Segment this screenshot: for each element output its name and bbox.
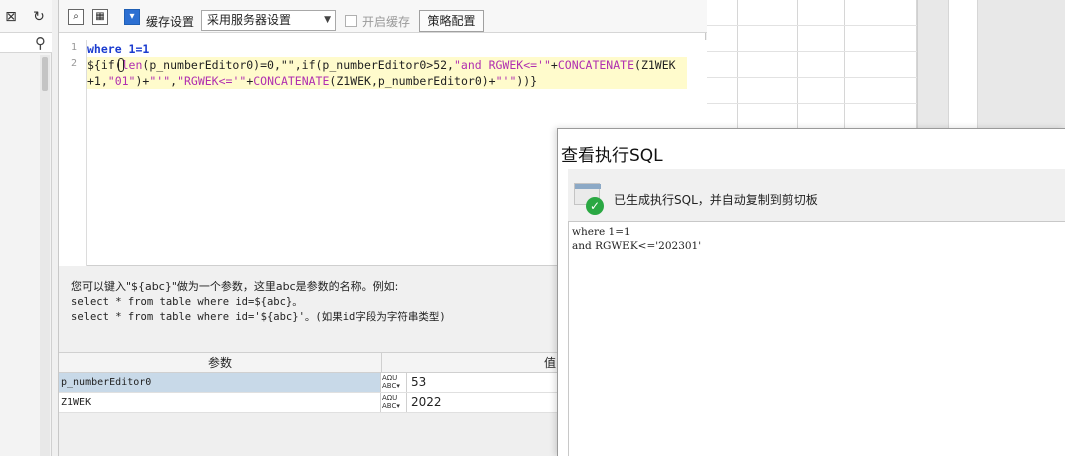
right-side-panel <box>917 0 1065 130</box>
dialog-message: 已生成执行SQL，并自动复制到剪切板 <box>614 193 818 207</box>
code-token: CONCATENATE <box>253 74 330 88</box>
cache-settings-icon[interactable]: ▾ <box>124 9 140 25</box>
sql-success-icon: ✓ <box>574 183 604 215</box>
cache-mode-value: 采用服务器设置 <box>207 13 292 27</box>
code-token: (Z1WEK,p_numberEditor0)+ <box>329 74 496 88</box>
code-line-1: where 1=1 <box>87 42 150 56</box>
code-token: + <box>550 58 558 72</box>
enable-cache-label: 开启缓存 <box>362 15 411 29</box>
line-number: 1 <box>70 42 77 53</box>
dialog-body: ✓ 已生成执行SQL，并自动复制到剪切板 where 1=1 and RGWEK… <box>568 169 1065 456</box>
dialog-title: 查看执行SQL <box>561 146 663 166</box>
scrollbar-thumb[interactable] <box>42 57 48 91</box>
param-header-name[interactable]: 参数 <box>59 353 382 373</box>
refresh-icon[interactable]: ↻ <box>30 8 48 26</box>
strategy-config-button[interactable]: 策略配置 <box>419 10 484 32</box>
app-window: ⊠ ↻ ⚲ ⌕ ▦ ▾ 缓存设置 采用服务器设置 ▼ 开启缓存 策略配置 1 2… <box>0 0 1065 456</box>
code-token: CONCATENATE <box>557 58 635 72</box>
grid-row-line <box>707 51 917 52</box>
code-token: (Z1WEK <box>634 58 676 72</box>
report-grid[interactable] <box>707 0 917 130</box>
grid-col-line <box>737 0 738 130</box>
param-name: Z1WEK <box>59 393 381 412</box>
help-line-1: 您可以键入"${abc}"做为一个参数，这里abc是参数的名称。例如: <box>71 280 399 293</box>
abc-type-icon[interactable]: AΩU ABC▾ <box>382 394 404 412</box>
grid-row-line <box>707 103 917 104</box>
dataset-panel: ⊠ ↻ ⚲ <box>0 0 52 456</box>
code-token: ))} <box>516 74 538 88</box>
table-icon[interactable]: ▦ <box>92 9 108 25</box>
grid-col-line <box>844 0 845 130</box>
search-icon[interactable]: ⚲ <box>35 34 46 52</box>
preview-icon[interactable]: ⌕ <box>68 9 84 25</box>
text-cursor <box>118 58 124 72</box>
dataset-scrollbar[interactable] <box>40 55 50 456</box>
param-name: p_numberEditor0 <box>59 373 381 392</box>
code-token: "'" <box>149 74 171 88</box>
code-token: ${if( <box>87 58 122 72</box>
help-line-2: select * from table where id=${abc}。 <box>71 296 303 308</box>
code-line-2a: ${if(len(p_numberEditor0)=0,"",if(p_numb… <box>87 57 687 73</box>
cache-mode-select[interactable]: 采用服务器设置 ▼ <box>201 10 336 31</box>
code-token: )+ <box>135 74 150 88</box>
abc-type-icon[interactable]: AΩU ABC▾ <box>382 374 404 392</box>
sql-output-textarea[interactable]: where 1=1 and RGWEK<='202301' <box>568 221 1065 456</box>
sql-line-1: where 1=1 <box>572 226 631 238</box>
line-gutter: 1 2 <box>59 40 87 266</box>
edit-dataset-icon[interactable]: ⊠ <box>2 8 20 26</box>
cache-settings-label: 缓存设置 <box>146 15 195 29</box>
chevron-down-icon: ▼ <box>324 15 331 25</box>
help-line-3: select * from table where id='${abc}'。(如… <box>71 311 446 323</box>
right-white-column <box>948 0 978 130</box>
code-token: (p_numberEditor0)=0,"",if(p_numberEditor… <box>142 58 454 72</box>
grid-row-line <box>707 77 917 78</box>
grid-row-line <box>707 25 917 26</box>
code-token: len <box>121 58 143 72</box>
sql-line-2: and RGWEK<='202301' <box>572 240 702 252</box>
dataset-toolbar: ⊠ ↻ <box>0 0 52 33</box>
code-token: "01" <box>107 74 136 88</box>
code-token: "RGWEK<='" <box>177 74 247 88</box>
editor-toolbar: ⌕ ▦ ▾ 缓存设置 采用服务器设置 ▼ 开启缓存 策略配置 <box>59 0 707 33</box>
line-number: 2 <box>70 58 77 69</box>
grid-col-line <box>797 0 798 130</box>
code-token: "'" <box>495 74 517 88</box>
enable-cache-checkbox[interactable] <box>345 15 357 27</box>
code-line-2b: +1,"01")+"'","RGWEK<='"+CONCATENATE(Z1WE… <box>87 73 687 89</box>
code-token: +1, <box>87 74 108 88</box>
dataset-search[interactable]: ⚲ <box>0 33 52 53</box>
view-sql-dialog: 查看执行SQL ✓ 已生成执行SQL，并自动复制到剪切板 where 1=1 a… <box>557 128 1065 456</box>
code-token: "and RGWEK<='" <box>453 58 551 72</box>
